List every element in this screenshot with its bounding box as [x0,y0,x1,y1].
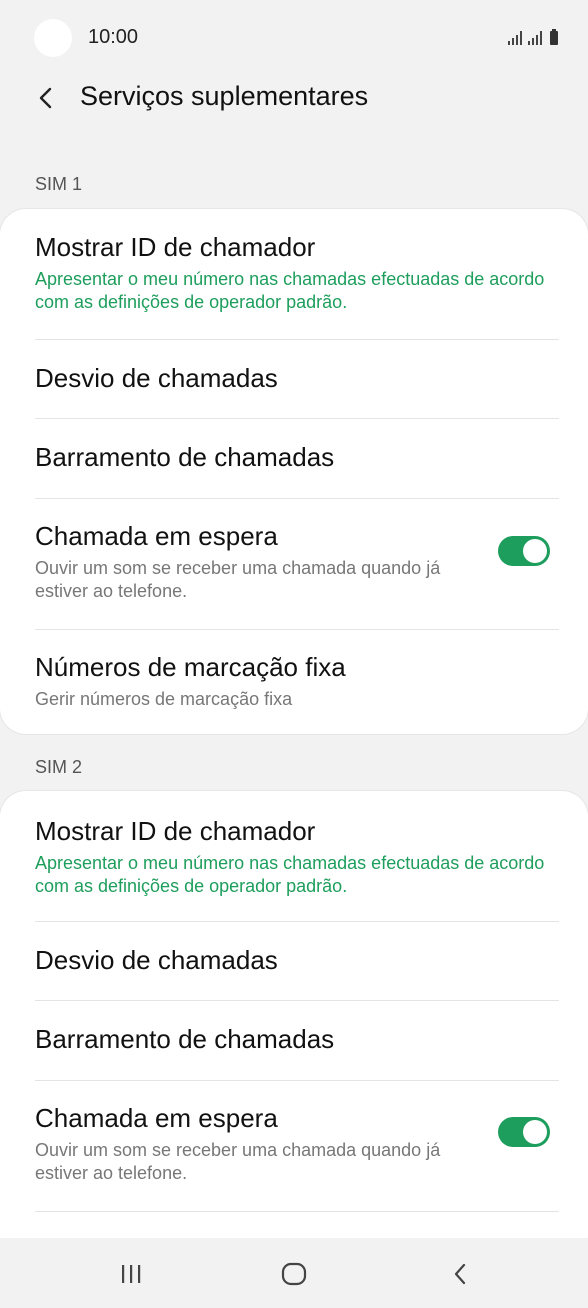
sim2-card: Mostrar ID de chamador Apresentar o meu … [0,791,588,1261]
recents-icon [122,1265,141,1283]
item-title: Mostrar ID de chamador [35,232,316,262]
item-subtitle: Apresentar o meu número nas chamadas efe… [35,853,545,896]
nav-back-button[interactable] [430,1252,490,1296]
back-button[interactable] [26,78,66,118]
item-title: Mostrar ID de chamador [35,816,316,846]
page-title: Serviços suplementares [80,81,369,111]
sim1-call-barring-item[interactable]: Barramento de chamadas [0,418,588,498]
signal-sim2-icon [528,31,542,45]
navigation-bar [0,1238,588,1308]
sim1-fixed-dialing-item[interactable]: Números de marcação fixa Gerir números d… [0,629,588,734]
item-title: Desvio de chamadas [35,363,278,393]
call-waiting-toggle[interactable] [498,536,550,566]
recents-button[interactable] [101,1252,161,1296]
chevron-left-icon [39,87,52,109]
camera-cutout [34,19,72,57]
sim1-call-forwarding-item[interactable]: Desvio de chamadas [0,339,588,418]
item-subtitle: Ouvir um som se receber uma chamada quan… [35,1140,441,1183]
home-button[interactable] [264,1252,324,1296]
status-time: 10:00 [88,26,139,48]
item-title: Barramento de chamadas [35,1024,335,1054]
section-header-sim1: SIM 1 [35,174,83,194]
sim2-caller-id-item[interactable]: Mostrar ID de chamador Apresentar o meu … [0,791,588,921]
toggle-knob [523,1120,547,1144]
call-waiting-toggle[interactable] [498,1117,550,1147]
item-title: Números de marcação fixa [35,652,346,682]
home-icon [281,1262,307,1286]
sim1-card: Mostrar ID de chamador Apresentar o meu … [0,209,588,734]
back-icon [454,1263,466,1285]
sim2-call-waiting-item[interactable]: Chamada em espera Ouvir um som se recebe… [0,1080,588,1211]
item-title: Chamada em espera [35,521,278,551]
item-subtitle: Apresentar o meu número nas chamadas efe… [35,269,545,312]
item-title: Barramento de chamadas [35,442,335,472]
section-header-sim2: SIM 2 [35,757,83,777]
sim2-call-forwarding-item[interactable]: Desvio de chamadas [0,921,588,1000]
app-bar: Serviços suplementares [0,68,588,128]
sim2-call-barring-item[interactable]: Barramento de chamadas [0,1000,588,1080]
item-subtitle: Gerir números de marcação fixa [35,689,293,709]
sim1-call-waiting-item[interactable]: Chamada em espera Ouvir um som se recebe… [0,498,588,629]
item-subtitle: Ouvir um som se receber uma chamada quan… [35,558,441,601]
item-title: Desvio de chamadas [35,945,278,975]
toggle-knob [523,539,547,563]
battery-icon [550,29,558,45]
item-title: Chamada em espera [35,1103,278,1133]
signal-sim1-icon [508,31,522,45]
status-icons [508,27,558,45]
status-bar: 10:00 [0,0,588,76]
sim1-caller-id-item[interactable]: Mostrar ID de chamador Apresentar o meu … [0,209,588,339]
